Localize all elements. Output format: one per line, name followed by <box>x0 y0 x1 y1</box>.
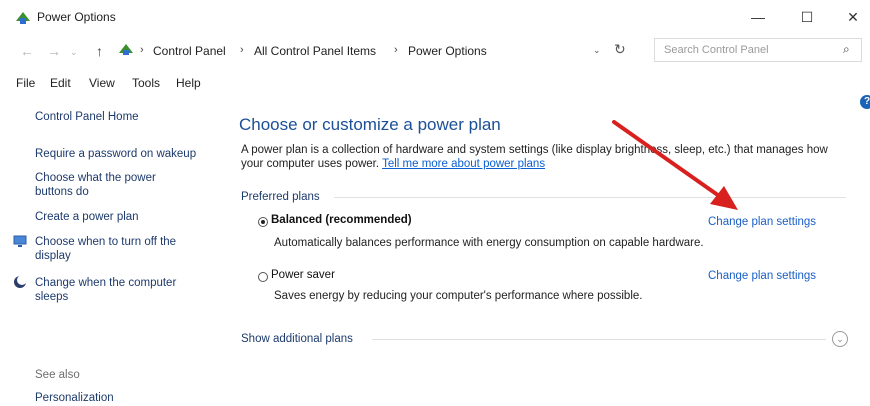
divider <box>334 197 846 198</box>
up-arrow-icon[interactable]: ↑ <box>96 43 103 59</box>
preferred-plans-label: Preferred plans <box>241 191 320 203</box>
sidebar-create-plan[interactable]: Create a power plan <box>35 210 139 224</box>
close-button[interactable]: ✕ <box>838 4 868 30</box>
show-additional-plans-label[interactable]: Show additional plans <box>241 333 353 345</box>
window-title: Power Options <box>37 10 116 24</box>
menu-file[interactable]: File <box>16 76 35 90</box>
see-also-heading: See also <box>35 369 80 381</box>
chevron-right-icon: › <box>240 44 244 56</box>
annotation-arrow-icon <box>612 120 738 210</box>
sidebar-computer-sleeps[interactable]: Change when the computer sleeps <box>35 276 205 304</box>
sidebar-require-password[interactable]: Require a password on wakeup <box>35 147 220 161</box>
menu-view[interactable]: View <box>89 76 115 90</box>
back-arrow-icon[interactable]: ← <box>20 43 34 59</box>
title-bar: Power Options — ☐ ✕ <box>0 0 870 34</box>
balanced-radio[interactable] <box>258 217 268 227</box>
refresh-icon[interactable]: ↻ <box>614 41 626 58</box>
help-icon[interactable]: ? <box>860 95 870 109</box>
sidebar-control-panel-home[interactable]: Control Panel Home <box>35 110 139 124</box>
balanced-plan-description: Automatically balances performance with … <box>274 237 704 249</box>
page-title: Choose or customize a power plan <box>239 115 501 134</box>
chevron-down-icon[interactable]: ⌄ <box>593 45 601 56</box>
sleep-moon-icon <box>14 275 27 288</box>
page-description: A power plan is a collection of hardware… <box>241 143 851 171</box>
chevron-right-icon: › <box>394 44 398 56</box>
divider <box>372 339 826 340</box>
sidebar-power-buttons[interactable]: Choose what the power buttons do <box>35 171 175 199</box>
breadcrumb-control-panel[interactable]: Control Panel <box>153 44 226 58</box>
sidebar-turn-off-display[interactable]: Choose when to turn off the display <box>35 235 205 263</box>
minimize-button[interactable]: — <box>743 4 773 30</box>
power-saver-plan-name[interactable]: Power saver <box>271 269 335 281</box>
forward-arrow-icon[interactable]: → <box>47 43 61 59</box>
recent-locations-icon[interactable]: ⌄ <box>70 47 78 58</box>
search-placeholder: Search Control Panel <box>664 44 769 56</box>
chevron-down-circle-icon[interactable]: ⌄ <box>832 331 848 347</box>
menu-tools[interactable]: Tools <box>132 76 160 90</box>
breadcrumb-all-items[interactable]: All Control Panel Items <box>254 44 376 58</box>
power-saver-change-settings-link[interactable]: Change plan settings <box>708 270 816 282</box>
display-icon <box>13 235 27 247</box>
maximize-button[interactable]: ☐ <box>792 4 822 30</box>
balanced-plan-name[interactable]: Balanced (recommended) <box>271 214 412 226</box>
control-panel-icon <box>119 44 133 55</box>
search-icon[interactable]: ⌕ <box>843 42 850 57</box>
power-saver-radio[interactable] <box>258 272 268 282</box>
learn-more-link[interactable]: Tell me more about power plans <box>382 158 545 170</box>
power-options-icon <box>16 12 30 24</box>
chevron-right-icon: › <box>140 44 144 56</box>
breadcrumb-power-options[interactable]: Power Options <box>408 44 487 58</box>
menu-edit[interactable]: Edit <box>50 76 71 90</box>
menu-help[interactable]: Help <box>176 76 201 90</box>
sidebar-personalization[interactable]: Personalization <box>35 391 114 405</box>
power-saver-plan-description: Saves energy by reducing your computer's… <box>274 290 643 302</box>
